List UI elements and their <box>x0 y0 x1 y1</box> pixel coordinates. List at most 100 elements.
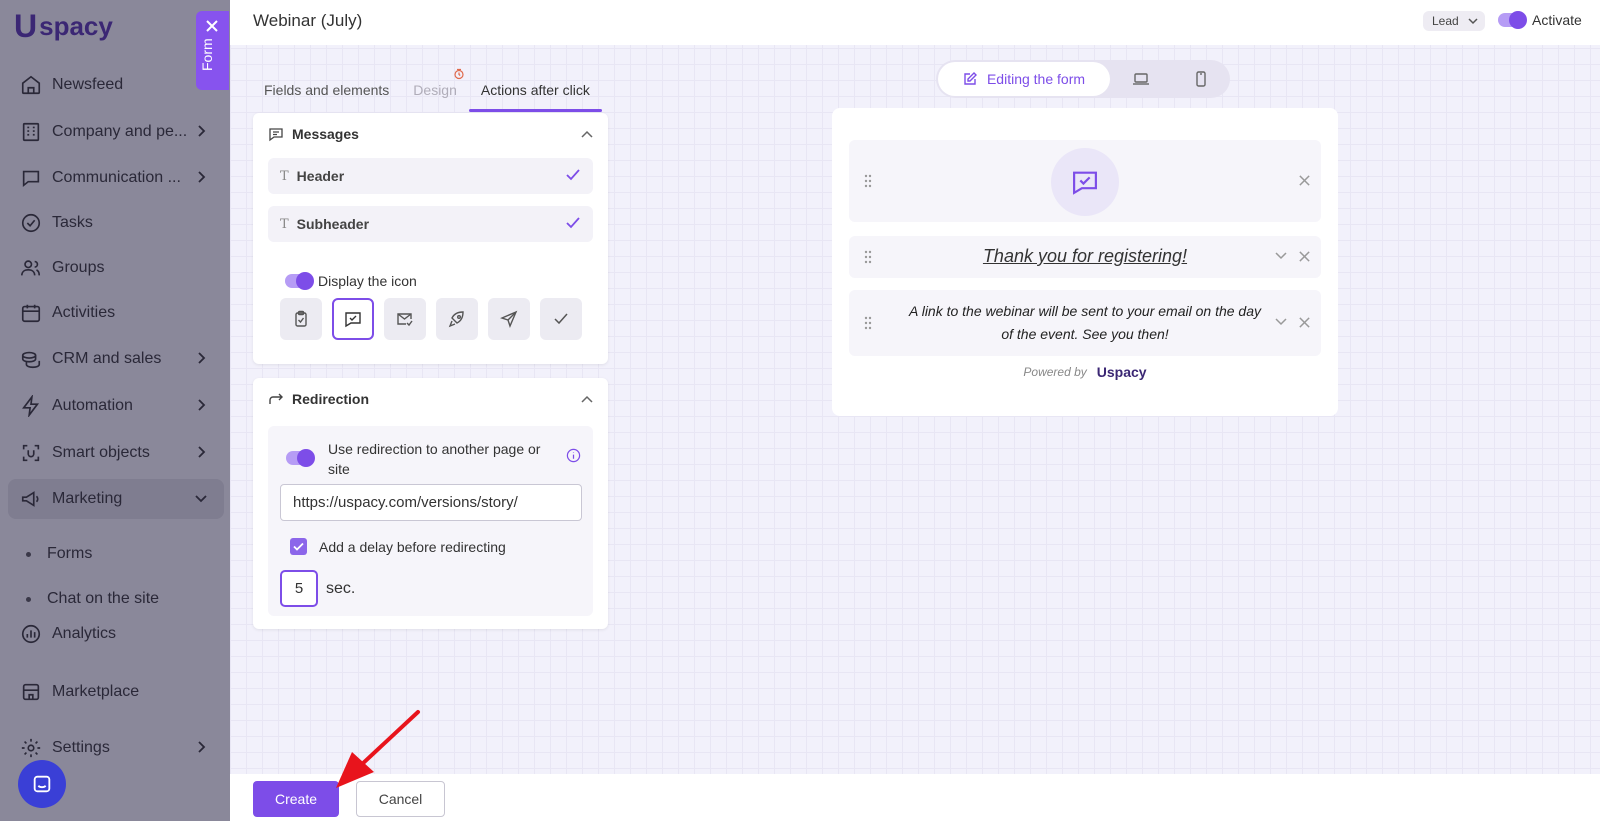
tab-actions-after-click[interactable]: Actions after click <box>468 80 602 112</box>
chevron-right-icon <box>198 399 206 411</box>
mobile-preview-icon[interactable] <box>1192 70 1210 88</box>
sidebar-item-communication[interactable]: Communication ... <box>8 158 224 198</box>
sidebar-item-marketing[interactable]: Marketing <box>8 479 224 519</box>
chat-widget-icon <box>33 775 51 793</box>
sidebar-item-label: Newsfeed <box>52 76 124 93</box>
icon-option-send[interactable] <box>488 298 530 340</box>
sidebar-item-tasks[interactable]: Tasks <box>8 203 224 243</box>
message-check-icon <box>345 312 361 328</box>
annotation-arrow <box>336 710 420 788</box>
redirection-card: Redirection Use redirection to another p… <box>253 378 608 629</box>
sidebar-item-newsfeed[interactable]: Newsfeed <box>8 65 224 105</box>
redirection-title: Redirection <box>292 391 370 407</box>
icon-option-check[interactable] <box>540 298 582 340</box>
check-icon <box>566 169 580 181</box>
chevron-down-icon[interactable] <box>1275 252 1287 260</box>
close-icon[interactable] <box>1298 316 1311 329</box>
preview-subheader-text[interactable]: A link to the webinar will be sent to yo… <box>909 300 1261 346</box>
chevron-right-icon <box>198 446 206 458</box>
edit-icon <box>964 72 977 85</box>
text-type-icon: T <box>280 216 289 232</box>
home-icon <box>21 75 41 95</box>
icon-option-rocket[interactable] <box>436 298 478 340</box>
store-icon <box>22 683 40 701</box>
close-icon[interactable] <box>205 19 219 33</box>
delay-checkbox-row[interactable]: Add a delay before redirecting <box>290 538 506 555</box>
sidebar-item-automation[interactable]: Automation <box>8 386 224 426</box>
check-icon <box>554 313 568 325</box>
sidebar-item-analytics[interactable]: Analytics <box>8 614 224 654</box>
header-message-row[interactable]: T Header <box>268 158 593 194</box>
info-icon[interactable] <box>566 448 581 463</box>
sidebar-subitem-chat[interactable]: Chat on the site <box>26 590 159 608</box>
editing-form-mode-button[interactable]: Editing the form <box>938 62 1110 96</box>
display-icon-switch[interactable] <box>285 272 314 290</box>
drag-handle-icon[interactable] <box>863 174 873 188</box>
users-icon <box>21 260 41 276</box>
messages-title: Messages <box>292 126 359 142</box>
form-panel-tab[interactable]: Form <box>196 11 229 90</box>
sidebar-subitem-forms[interactable]: Forms <box>26 545 92 563</box>
preview-header-block[interactable]: Thank you for registering! <box>849 236 1321 278</box>
drag-handle-icon[interactable] <box>863 316 873 330</box>
preview-subheader-block[interactable]: A link to the webinar will be sent to yo… <box>849 290 1321 356</box>
support-chat-button[interactable] <box>18 760 66 808</box>
sidebar-item-label: CRM and sales <box>52 350 162 367</box>
delay-checkbox[interactable] <box>290 538 307 555</box>
mail-check-icon <box>397 313 413 327</box>
app-sidebar: Uspacy Newsfeed Company and pe... Commun… <box>0 0 232 821</box>
preview-header-text[interactable]: Thank you for registering! <box>849 246 1321 267</box>
chevron-up-icon[interactable] <box>581 395 593 403</box>
coins-icon <box>21 351 41 369</box>
sidebar-item-crm[interactable]: CRM and sales <box>8 339 224 379</box>
activate-toggle[interactable]: Activate <box>1498 11 1582 29</box>
redirection-settings: Use redirection to another page or site … <box>268 426 593 616</box>
tab-fields-and-elements[interactable]: Fields and elements <box>252 80 401 112</box>
redirection-switch[interactable] <box>286 449 315 467</box>
activate-switch[interactable] <box>1498 11 1527 29</box>
megaphone-icon <box>21 491 39 507</box>
chevron-up-icon[interactable] <box>581 130 593 138</box>
chevron-down-icon[interactable] <box>1275 318 1287 326</box>
smart-object-icon <box>22 444 40 462</box>
sidebar-item-company[interactable]: Company and pe... <box>8 112 224 152</box>
sidebar-item-label: Communication ... <box>52 169 181 186</box>
uspacy-logo[interactable]: Uspacy <box>1097 364 1147 380</box>
tab-design[interactable]: Design <box>401 68 469 112</box>
sidebar-item-marketplace[interactable]: Marketplace <box>8 672 224 712</box>
delay-seconds-input[interactable]: 5 <box>280 570 318 607</box>
chevron-down-icon <box>1468 18 1478 25</box>
subheader-message-row[interactable]: T Subheader <box>268 206 593 242</box>
display-icon-toggle[interactable]: Display the icon <box>285 272 417 290</box>
icon-option-clipboard[interactable] <box>280 298 322 340</box>
check-icon <box>566 217 580 229</box>
chat-icon <box>22 170 40 188</box>
create-button[interactable]: Create <box>253 781 339 817</box>
uspacy-logo[interactable]: Uspacy <box>14 10 113 42</box>
sidebar-item-smart-objects[interactable]: Smart objects <box>8 433 224 473</box>
sidebar-item-groups[interactable]: Groups <box>8 248 224 288</box>
sidebar-item-label: Groups <box>52 259 105 276</box>
sidebar-item-label: Settings <box>52 739 110 756</box>
icon-option-mail[interactable] <box>384 298 426 340</box>
sidebar-item-label: Analytics <box>52 625 117 642</box>
desktop-preview-icon[interactable] <box>1132 70 1150 88</box>
redirect-url-input[interactable] <box>280 484 582 521</box>
send-icon <box>500 310 518 328</box>
sidebar-item-label: Company and pe... <box>52 123 188 140</box>
chevron-right-icon <box>198 171 206 183</box>
editor-tabs: Fields and elements Design Actions after… <box>252 68 602 112</box>
chevron-right-icon <box>198 125 206 137</box>
entity-type-select[interactable]: Lead <box>1423 11 1485 31</box>
message-check-icon <box>1073 171 1097 195</box>
sidebar-item-label: Activities <box>52 304 116 321</box>
preview-icon-block[interactable] <box>849 140 1321 222</box>
clipboard-check-icon <box>295 310 307 327</box>
form-editor: Webinar (July) Lead Activate Fields and … <box>230 0 1600 821</box>
check-circle-icon <box>21 213 41 233</box>
close-icon[interactable] <box>1298 174 1311 187</box>
close-icon[interactable] <box>1298 250 1311 263</box>
sidebar-item-activities[interactable]: Activities <box>8 293 224 333</box>
icon-option-message[interactable] <box>332 298 374 340</box>
chevron-down-icon <box>195 495 207 503</box>
